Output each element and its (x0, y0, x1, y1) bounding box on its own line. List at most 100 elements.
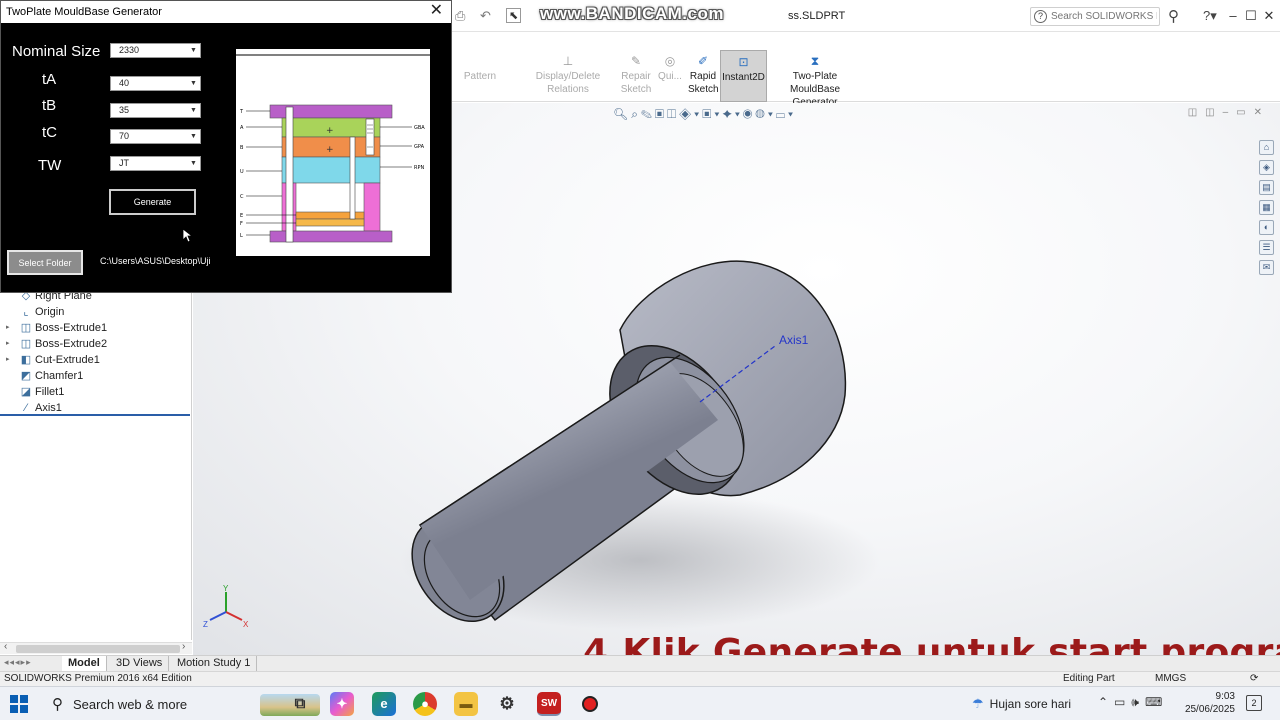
tree-item[interactable]: ⌞ Origin (0, 304, 190, 320)
print-icon[interactable]: ⎙ (455, 8, 465, 24)
fillet-icon: ◪ (20, 386, 32, 398)
sketch-ribbon: Pattern ⊥ Display/Delete Relations ✎ Rep… (452, 50, 1280, 109)
diagram-label-f: F (240, 221, 243, 227)
dialog-titlebar[interactable]: TwoPlate MouldBase Generator ✕ (1, 1, 451, 23)
unit-system-text[interactable]: MMGS (1155, 672, 1186, 686)
expand-arrow-icon[interactable]: ▸ (6, 352, 10, 368)
dialog-title: TwoPlate MouldBase Generator (6, 6, 162, 18)
custom-properties-icon[interactable]: ☰ (1259, 240, 1274, 255)
scroll-left-icon[interactable]: ‹ (4, 641, 7, 652)
generate-button[interactable]: Generate (109, 189, 196, 215)
chevron-down-icon[interactable]: ▼ (189, 106, 198, 116)
tw-select[interactable]: JT ▼ (110, 156, 201, 171)
chevron-down-icon[interactable]: ▼ (189, 132, 198, 142)
appearances-icon[interactable]: ◐ (1259, 220, 1274, 235)
file-explorer-taskbar-icon[interactable]: ▬ (454, 692, 478, 716)
tree-item[interactable]: ▸ ◧ Cut-Extrude1 (0, 352, 190, 368)
bandicam-watermark: www.BANDICAM.com (540, 4, 724, 23)
pattern-button[interactable]: Pattern (452, 50, 508, 102)
quick-snaps-icon: ◎ (664, 54, 676, 68)
taskbar-clock[interactable]: 9:03 25/06/2025 (1175, 690, 1235, 716)
chevron-down-icon[interactable]: ▼ (189, 46, 198, 56)
file-explorer-icon[interactable]: ▤ (1259, 180, 1274, 195)
weather-text: Hujan sore hari (989, 697, 1072, 711)
tc-select[interactable]: 70 ▼ (110, 129, 201, 144)
repair-sketch-button[interactable]: ✎ Repair Sketch (618, 50, 654, 102)
tree-item[interactable]: ▸ ◫ Boss-Extrude2 (0, 336, 190, 352)
tc-value: 70 (119, 131, 130, 141)
rapid-sketch-button[interactable]: ✐ Rapid Sketch (688, 50, 719, 102)
rapid-label-2: Sketch (688, 84, 719, 95)
help-search-input[interactable] (1051, 9, 1157, 24)
minimize-icon[interactable]: – (1226, 8, 1240, 23)
copilot-icon[interactable]: ✦ (330, 692, 354, 716)
home-icon[interactable]: ⌂ (1259, 140, 1274, 155)
nominal-size-value: 2330 (119, 45, 140, 55)
tree-horizontal-scrollbar[interactable]: ‹ › (0, 641, 192, 654)
chevron-down-icon[interactable]: ▼ (189, 79, 198, 89)
mould-base-diagram: + + T A B U C E F L GBA GPA RPN (236, 54, 430, 243)
tab-model[interactable]: Model (62, 656, 107, 671)
notification-icon[interactable]: 2 (1246, 695, 1262, 711)
instant2d-button[interactable]: ⊡ Instant2D (720, 50, 767, 102)
ejector-plate (295, 218, 365, 227)
dialog-close-icon[interactable]: ✕ (430, 3, 443, 19)
windows-start-icon[interactable] (10, 695, 28, 713)
chrome-icon[interactable]: ● (413, 692, 437, 716)
return-pin (349, 136, 356, 220)
chevron-down-icon[interactable]: ▼ (189, 159, 198, 169)
rebuild-status-icon[interactable]: ⟳ (1250, 672, 1258, 686)
bandicam-record-icon[interactable] (578, 692, 602, 716)
edge-icon[interactable]: e (372, 692, 396, 716)
search-magnifier-icon[interactable]: ⚲ (1168, 7, 1179, 25)
twoplate-label-1: Two-Plate MouldBase (789, 71, 841, 95)
solidworks-taskbar-icon[interactable]: SW (537, 692, 561, 716)
diagram-label-t: T (239, 109, 244, 115)
twoplate-generator-button[interactable]: ⧗ Two-Plate MouldBase Generator (770, 50, 860, 109)
tree-item[interactable]: ◪ Fillet1 (0, 384, 190, 400)
expand-arrow-icon[interactable]: ▸ (6, 336, 10, 352)
tree-item-label: Chamfer1 (35, 370, 84, 382)
close-window-icon[interactable]: ✕ (1262, 8, 1276, 24)
undo-icon[interactable]: ↶ (480, 8, 491, 24)
taskbar-search-box[interactable]: ⚲ Search web & more (44, 691, 320, 717)
weather-widget[interactable]: ☂ Hujan sore hari (972, 696, 1071, 712)
tb-label: tB (42, 97, 57, 114)
repair-label-2: Sketch (620, 84, 652, 95)
scroll-thumb[interactable] (16, 645, 180, 653)
tree-item[interactable]: ⁄ Axis1 (0, 400, 190, 416)
quick-label: Qui... (658, 71, 682, 82)
system-tray-icons[interactable]: ⌃▭🕪︎⌨ (1098, 695, 1168, 710)
model-tabs-bar: ◂◂◂▸▸ Model 3D Views Motion Study 1 (0, 655, 1280, 671)
ta-select[interactable]: 40 ▼ (110, 76, 201, 91)
tb-select[interactable]: 35 ▼ (110, 103, 201, 118)
origin-icon: ⌞ (23, 306, 29, 318)
select-folder-button[interactable]: Select Folder (7, 250, 83, 275)
tree-item-label: Axis1 (35, 402, 62, 414)
resources-icon[interactable]: ◈ (1259, 160, 1274, 175)
settings-icon[interactable]: ⚙ (495, 692, 519, 716)
select-icon[interactable]: ⬉ (506, 8, 522, 23)
scroll-right-icon[interactable]: › (182, 641, 185, 652)
tree-item[interactable]: ◩ Chamfer1 (0, 368, 190, 384)
display-delete-relations-button[interactable]: ⊥ Display/Delete Relations (514, 50, 622, 102)
tab-nav-arrows-icon[interactable]: ◂◂◂▸▸ (4, 657, 32, 668)
view-palette-icon[interactable]: ▦ (1259, 200, 1274, 215)
expand-arrow-icon[interactable]: ▸ (6, 320, 10, 336)
axis-label: Axis1 (779, 333, 809, 347)
task-view-icon[interactable]: ⧉ (288, 692, 312, 716)
nominal-size-select[interactable]: 2330 ▼ (110, 43, 201, 58)
tree-item[interactable]: ▸ ◫ Boss-Extrude1 (0, 320, 190, 336)
triad-z-label: Z (203, 620, 208, 629)
tab-motion-study[interactable]: Motion Study 1 (171, 656, 258, 671)
help-search-box[interactable]: ? (1030, 7, 1160, 26)
pattern-label: Pattern (463, 71, 497, 82)
help-menu-icon[interactable]: ?▾ (1203, 8, 1217, 24)
twoplate-generator-dialog: TwoPlate MouldBase Generator ✕ Nominal S… (0, 0, 452, 293)
forum-icon[interactable]: ✉ (1259, 260, 1274, 275)
quick-snaps-button[interactable]: ◎ Qui... (655, 50, 685, 102)
spacer-block-right (363, 182, 381, 232)
maximize-icon[interactable]: ☐ (1244, 8, 1258, 24)
tab-3d-views[interactable]: 3D Views (110, 656, 170, 671)
windows-taskbar: ⚲ Search web & more ⧉ ✦ e ● ▬ ⚙ SW ☂ Huja… (0, 686, 1280, 720)
